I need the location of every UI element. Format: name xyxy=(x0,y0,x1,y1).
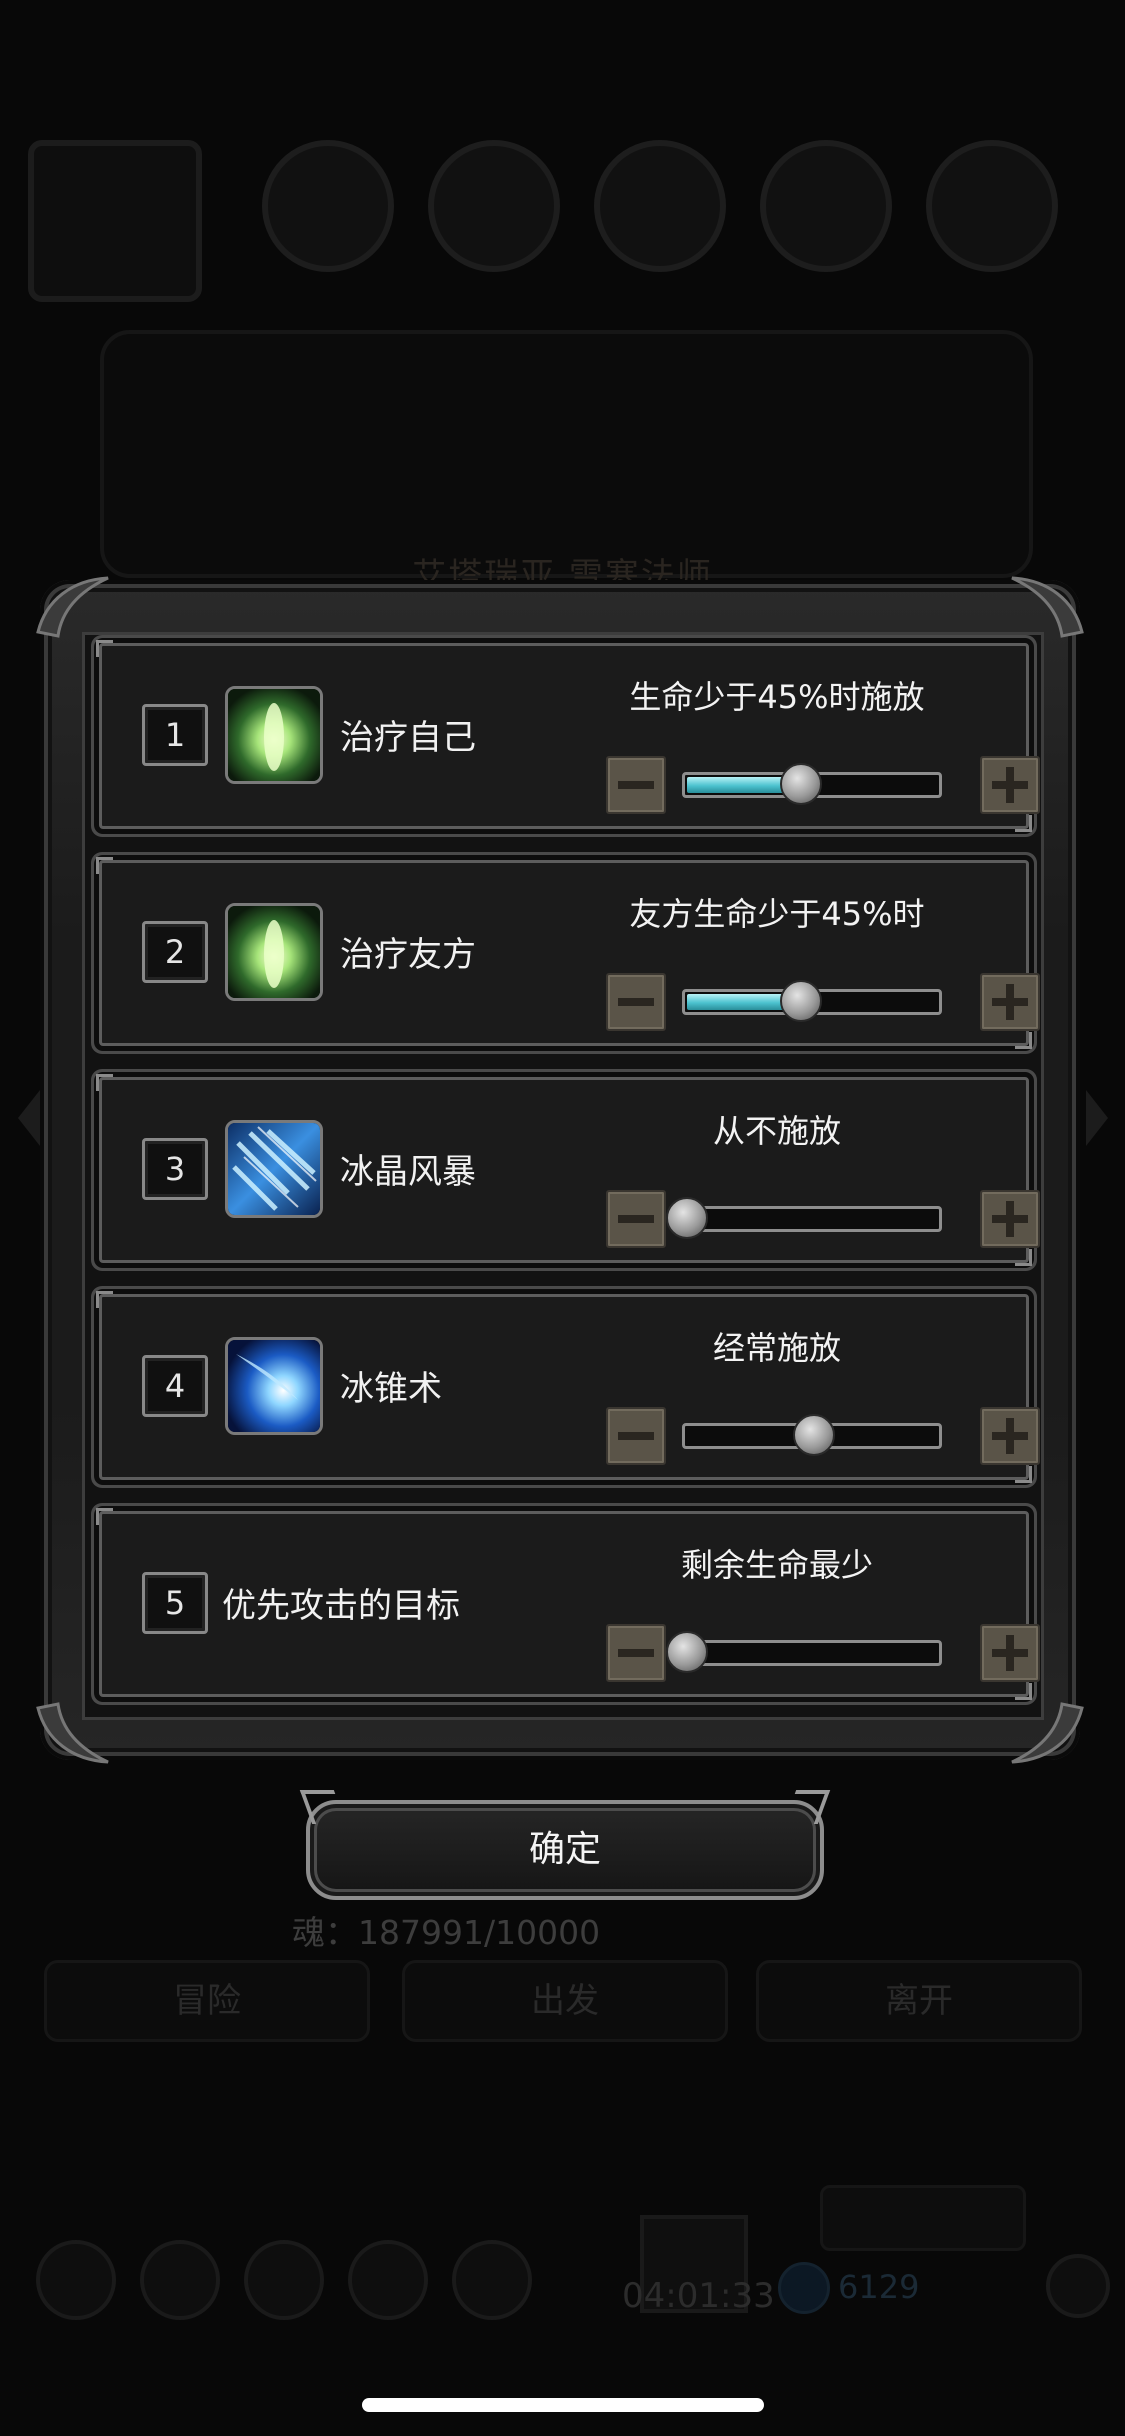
ice-cone-icon xyxy=(225,1337,323,1435)
minus-icon xyxy=(618,998,654,1006)
gem-icon xyxy=(778,2262,830,2314)
skill-slot-icon xyxy=(428,140,560,272)
increase-button[interactable] xyxy=(980,973,1040,1031)
skill-settings-dialog: 1 治疗自己 生命少于45%时施放 2 治疗友方 友方生命少于45%时 3 冰晶… xyxy=(36,576,1084,1764)
skill-row-panel: 2 治疗友方 友方生命少于45%时 xyxy=(96,857,1040,1049)
increase-button[interactable] xyxy=(980,1190,1040,1248)
confirm-button[interactable]: 确定 xyxy=(306,1800,824,1900)
menu-icon xyxy=(36,2240,116,2320)
slider-knob[interactable] xyxy=(793,1414,835,1456)
minus-icon xyxy=(618,781,654,789)
gem-count: 6129 xyxy=(838,2268,920,2306)
skill-row-panel: 3 冰晶风暴 从不施放 xyxy=(96,1074,1040,1266)
minus-icon xyxy=(618,1432,654,1440)
add-currency-icon xyxy=(1046,2254,1110,2318)
skill-slot-icon xyxy=(262,140,394,272)
target-priority-label: 优先攻击的目标 xyxy=(222,1586,460,1626)
cast-condition-text: 友方生命少于45%时 xyxy=(629,895,925,933)
skill-slot-icon xyxy=(926,140,1058,272)
frame-horn-ornament xyxy=(1011,576,1084,638)
skill-row: 3 冰晶风暴 从不施放 xyxy=(85,1069,1041,1266)
priority-number: 5 xyxy=(142,1572,208,1634)
cast-condition-text: 从不施放 xyxy=(712,1112,841,1150)
hero-portrait-frame xyxy=(28,140,202,302)
condition-slider[interactable] xyxy=(682,980,942,1022)
skill-name: 治疗自己 xyxy=(340,718,476,758)
cast-condition-text: 生命少于45%时施放 xyxy=(629,678,925,716)
condition-slider[interactable] xyxy=(682,763,942,805)
chest-timer: 04:01:33 xyxy=(622,2276,775,2316)
condition-slider[interactable] xyxy=(666,1631,942,1673)
depart-button: 出发 xyxy=(402,1960,728,2042)
cast-condition-text: 经常施放 xyxy=(712,1329,841,1367)
decrease-button[interactable] xyxy=(606,1407,666,1465)
ornament-frame xyxy=(100,330,1033,578)
skill-row: 4 冰锥术 经常施放 xyxy=(85,1286,1041,1483)
menu-icon xyxy=(140,2240,220,2320)
skill-row: 5 优先攻击的目标 剩余生命最少 xyxy=(85,1503,1041,1700)
skill-row-panel: 5 优先攻击的目标 剩余生命最少 xyxy=(96,1508,1040,1700)
menu-icon xyxy=(244,2240,324,2320)
decrease-button[interactable] xyxy=(606,973,666,1031)
slider-knob[interactable] xyxy=(666,1197,708,1239)
leave-button: 离开 xyxy=(756,1960,1082,2042)
skill-row-panel: 1 治疗自己 生命少于45%时施放 xyxy=(96,640,1040,832)
decrease-button[interactable] xyxy=(606,1190,666,1248)
increase-button[interactable] xyxy=(980,756,1040,814)
skill-list: 1 治疗自己 生命少于45%时施放 2 治疗友方 友方生命少于45%时 3 冰晶… xyxy=(82,632,1044,1720)
slider-knob[interactable] xyxy=(666,1631,708,1673)
cast-condition-text: 剩余生命最少 xyxy=(680,1546,873,1584)
skill-name: 冰锥术 xyxy=(340,1369,442,1409)
condition-slider[interactable] xyxy=(666,1197,942,1239)
skill-row: 1 治疗自己 生命少于45%时施放 xyxy=(85,635,1041,832)
slider-knob[interactable] xyxy=(780,980,823,1022)
frame-horn-ornament xyxy=(36,576,109,638)
priority-number: 3 xyxy=(142,1138,208,1200)
slider-knob[interactable] xyxy=(780,763,823,805)
priority-number: 4 xyxy=(142,1355,208,1417)
arrow-left-icon xyxy=(18,1090,40,1146)
skill-name: 冰晶风暴 xyxy=(340,1152,476,1192)
minus-icon xyxy=(618,1649,654,1657)
arrow-right-icon xyxy=(1086,1090,1108,1146)
menu-icon xyxy=(348,2240,428,2320)
adventure-button: 冒险 xyxy=(44,1960,370,2042)
priority-number: 2 xyxy=(142,921,208,983)
skill-name: 治疗友方 xyxy=(340,935,476,975)
skill-slot-icon xyxy=(760,140,892,272)
green-heal-icon xyxy=(225,903,323,1001)
skill-row: 2 治疗友方 友方生命少于45%时 xyxy=(85,852,1041,1049)
priority-number: 1 xyxy=(142,704,208,766)
increase-button[interactable] xyxy=(980,1624,1040,1682)
decrease-button[interactable] xyxy=(606,756,666,814)
ice-storm-icon xyxy=(225,1120,323,1218)
green-heal-icon xyxy=(225,686,323,784)
menu-icon xyxy=(452,2240,532,2320)
soul-resource-text: 魂：187991/10000 xyxy=(292,1913,601,1952)
skill-row-panel: 4 冰锥术 经常施放 xyxy=(96,1291,1040,1483)
home-indicator[interactable] xyxy=(362,2398,764,2412)
skill-slot-icon xyxy=(594,140,726,272)
minus-icon xyxy=(618,1215,654,1223)
currency-bar xyxy=(820,2185,1026,2251)
increase-button[interactable] xyxy=(980,1407,1040,1465)
condition-slider[interactable] xyxy=(682,1414,942,1456)
decrease-button[interactable] xyxy=(606,1624,666,1682)
